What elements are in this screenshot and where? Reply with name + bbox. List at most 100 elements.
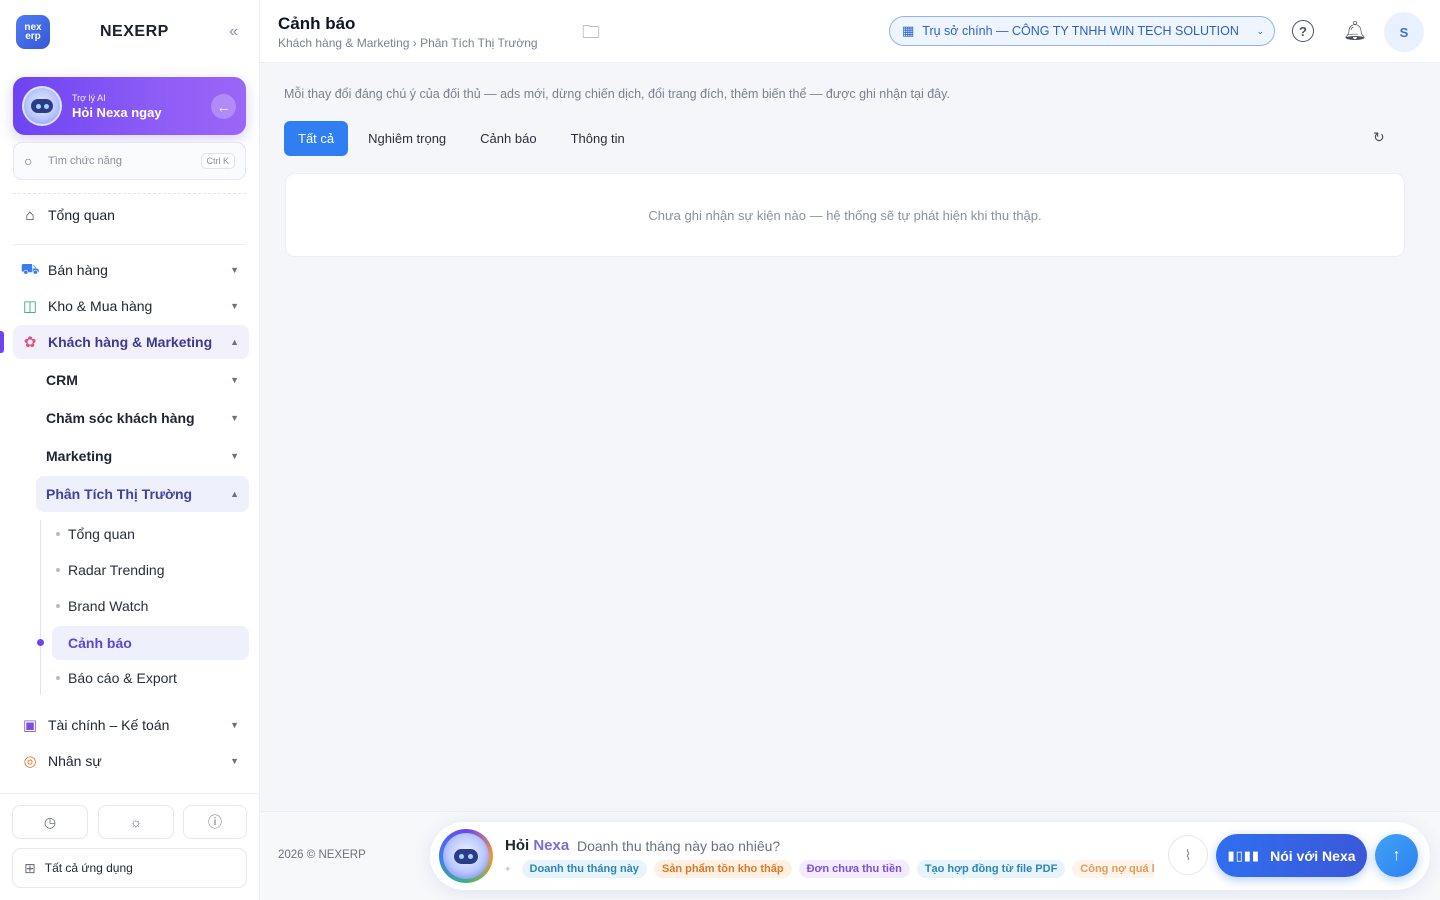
caret-up-icon: ▲	[230, 337, 239, 347]
ask-prefix: Hỏi	[505, 837, 530, 854]
report-issue-button[interactable]: ⓘ	[183, 805, 247, 839]
leaf-radar-trending-label: Radar Trending	[68, 562, 165, 578]
attach-file-button[interactable]: ⌇	[1168, 835, 1208, 875]
bullet-icon	[56, 568, 60, 572]
arrow-left-icon[interactable]: ←	[211, 94, 236, 119]
sub-market-analysis[interactable]: Phân Tích Thị Trường ▲	[36, 476, 249, 512]
suggestion-chip[interactable]: Công nợ quá hạn	[1072, 860, 1154, 878]
nav-finance[interactable]: ▣ Tài chính – Kế toán ▼	[13, 708, 249, 742]
suggestion-chips: ✦ Doanh thu tháng này Sản phẩm tồn kho t…	[504, 858, 1154, 880]
nav-hr[interactable]: ◎ Nhân sự ▼	[13, 744, 249, 778]
breadcrumb: Khách hàng & Marketing › Phân Tích Thị T…	[278, 36, 538, 50]
tree-line	[40, 520, 41, 695]
sun-icon: ☼	[129, 814, 143, 830]
history-button[interactable]: ◷	[12, 805, 88, 839]
home-icon: ⌂	[25, 206, 35, 224]
search-input[interactable]: Tìm chức năng	[48, 155, 201, 167]
nav-sales-label: Bán hàng	[48, 262, 108, 278]
copyright: 2026 © NEXERP	[278, 849, 366, 861]
divider	[13, 244, 246, 245]
bullet-icon	[56, 532, 60, 536]
nav-customers-marketing-label: Khách hàng & Marketing	[48, 334, 213, 350]
folder-icon[interactable]: 🗀	[582, 20, 600, 50]
brand: nex erp NEXERP «	[16, 15, 246, 49]
suggestion-chip[interactable]: Tạo hợp đồng từ file PDF	[916, 860, 1066, 878]
suggestion-chip[interactable]: Sản phẩm tồn kho thấp	[653, 860, 792, 878]
top-header: Cảnh báo Khách hàng & Marketing › Phân T…	[260, 0, 1440, 63]
page-description: Mỗi thay đổi đáng chú ý của đối thủ — ad…	[284, 87, 950, 101]
arrow-up-icon: ↑	[1392, 846, 1401, 864]
sub-crm-label: CRM	[46, 372, 78, 388]
active-dot-indicator	[37, 639, 44, 646]
empty-state-card: Chưa ghi nhận sự kiện nào — hệ thống sẽ …	[285, 173, 1405, 257]
nav-overview[interactable]: ⌂ Tổng quan	[13, 198, 249, 232]
nav-sales[interactable]: ⛟ Bán hàng ▼	[13, 253, 249, 287]
tab-critical[interactable]: Nghiêm trọng	[354, 121, 460, 156]
users-icon: ✿	[23, 334, 37, 351]
all-apps-label: Tất cả ứng dụng	[44, 861, 133, 875]
refresh-icon[interactable]: ↻	[1373, 129, 1385, 146]
leaf-alerts[interactable]: Cảnh báo	[52, 626, 249, 660]
shortcut-hint: Ctrl K	[200, 153, 235, 169]
collapse-sidebar-icon[interactable]: «	[229, 23, 238, 41]
brand-name: NEXERP	[100, 23, 169, 40]
nexa-avatar[interactable]	[439, 829, 493, 883]
sidebar: nex erp NEXERP « Trợ lý AI Hỏi Nexa ngay…	[0, 0, 260, 900]
divider	[13, 193, 246, 194]
ask-label: Hỏi Nexa	[505, 837, 569, 854]
robot-icon	[443, 833, 489, 879]
person-icon: ◎	[23, 753, 37, 770]
sub-customer-care-label: Chăm sóc khách hàng	[46, 410, 195, 426]
sidebar-bottom-divider	[0, 793, 259, 794]
severity-tabs: Tất cả Nghiêm trọng Cảnh báo Thông tin	[284, 121, 645, 156]
soundwave-icon: ▮▯▮▮	[1227, 847, 1261, 863]
leaf-overview-label: Tổng quan	[68, 526, 135, 542]
caret-down-icon: ▼	[230, 265, 239, 275]
leaf-radar-trending[interactable]: Radar Trending	[52, 553, 249, 587]
suggestion-chip[interactable]: Doanh thu tháng này	[521, 860, 647, 878]
ask-brand: Nexa	[533, 837, 570, 854]
suggestion-chip[interactable]: Đơn chưa thu tiền	[798, 860, 910, 878]
tab-warning[interactable]: Cảnh báo	[466, 121, 550, 156]
caret-down-icon: ▼	[230, 720, 239, 730]
app-logo[interactable]: nex erp	[16, 15, 50, 49]
company-name: Trụ sở chính — CÔNG TY TNHH WIN TECH SOL…	[922, 24, 1239, 38]
leaf-brand-watch[interactable]: Brand Watch	[52, 589, 249, 623]
sub-crm[interactable]: CRM ▼	[36, 362, 249, 398]
tab-info[interactable]: Thông tin	[557, 121, 639, 156]
leaf-brand-watch-label: Brand Watch	[68, 598, 149, 614]
calculator-icon: ▣	[22, 717, 38, 734]
tab-all[interactable]: Tất cả	[284, 121, 349, 156]
nav-hr-label: Nhân sự	[48, 753, 102, 769]
ask-input[interactable]: Doanh thu tháng này bao nhiêu?	[577, 838, 780, 854]
alert-icon: ⓘ	[208, 814, 222, 830]
send-button[interactable]: ↑	[1375, 834, 1418, 877]
sub-customer-care[interactable]: Chăm sóc khách hàng ▼	[36, 400, 249, 436]
all-apps-button[interactable]: ⊞ Tất cả ứng dụng	[12, 848, 247, 888]
nav-overview-label: Tổng quan	[48, 207, 115, 223]
chevron-down-icon: ⌄	[1256, 25, 1264, 36]
voice-button-label: Nói với Nexa	[1270, 847, 1356, 864]
help-icon[interactable]: ?	[1292, 20, 1314, 42]
avatar[interactable]: S	[1384, 12, 1424, 52]
caret-down-icon: ▼	[230, 413, 239, 423]
leaf-alerts-label: Cảnh báo	[68, 635, 132, 651]
sub-market-analysis-label: Phân Tích Thị Trường	[46, 486, 193, 502]
bag-icon: ◫	[22, 298, 38, 315]
ai-assistant-card[interactable]: Trợ lý AI Hỏi Nexa ngay ←	[13, 77, 246, 135]
leaf-reports-export[interactable]: Báo cáo & Export	[52, 661, 249, 695]
voice-button[interactable]: ▮▯▮▮ Nói với Nexa	[1216, 834, 1367, 877]
bell-icon[interactable]: 🔔︎	[1342, 18, 1368, 44]
company-selector[interactable]: ▦ Trụ sở chính — CÔNG TY TNHH WIN TECH S…	[889, 16, 1275, 46]
nav-warehouse[interactable]: ◫ Kho & Mua hàng ▼	[13, 289, 249, 323]
leaf-overview[interactable]: Tổng quan	[52, 517, 249, 551]
sub-marketing[interactable]: Marketing ▼	[36, 438, 249, 474]
bullet-icon	[56, 604, 60, 608]
sparkle-icon: ✦	[504, 863, 512, 874]
ai-card-subtitle: Trợ lý AI	[72, 92, 106, 103]
nav-customers-marketing[interactable]: ✿ Khách hàng & Marketing ▲	[13, 325, 249, 359]
empty-state-message: Chưa ghi nhận sự kiện nào — hệ thống sẽ …	[648, 207, 1042, 223]
function-search[interactable]: ○ Tìm chức năng Ctrl K	[13, 142, 246, 180]
paperclip-icon: ⌇	[1184, 846, 1192, 863]
theme-button[interactable]: ☼	[98, 805, 174, 839]
